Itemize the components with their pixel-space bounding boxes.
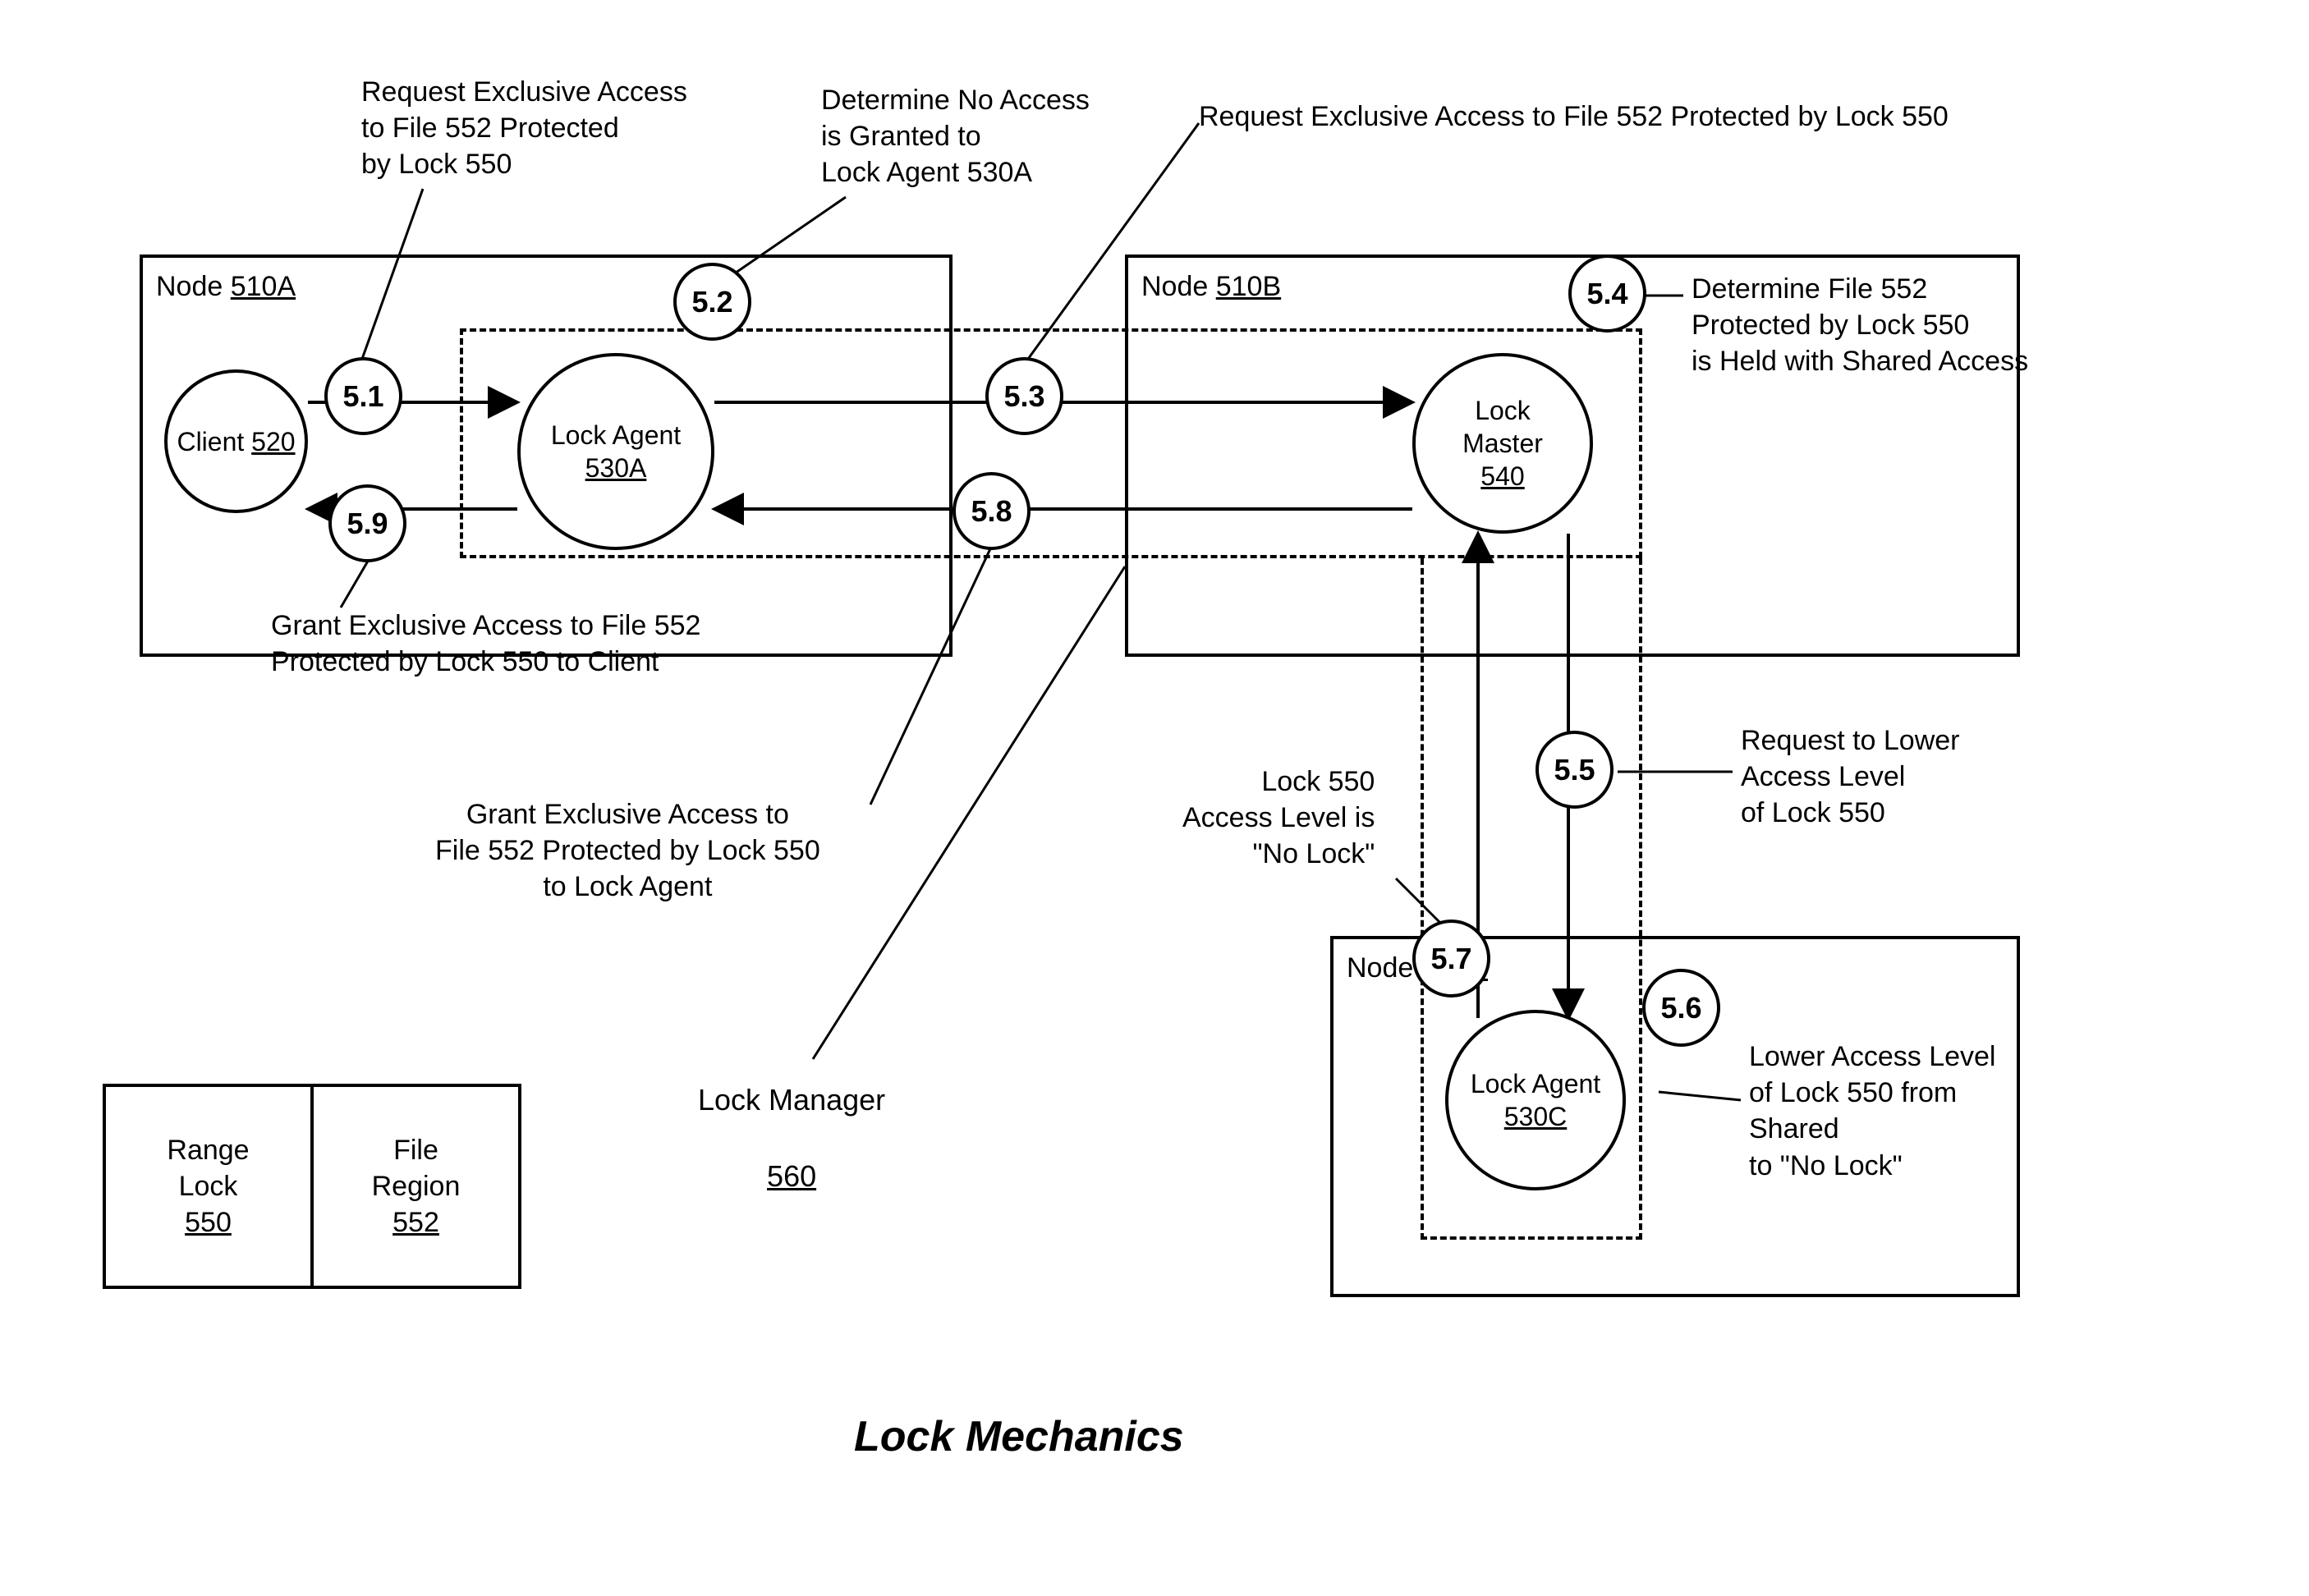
ann-5-1: Request Exclusive Access to File 552 Pro… bbox=[361, 74, 687, 183]
step-5-1: 5.1 bbox=[324, 357, 402, 435]
lock-agent-a-circle: Lock Agent 530A bbox=[517, 353, 714, 550]
ann-5-2: Determine No Access is Granted to Lock A… bbox=[821, 82, 1090, 191]
ann-5-6: Lower Access Level of Lock 550 from Shar… bbox=[1749, 1039, 1996, 1184]
legend-file-region: File Region 552 bbox=[314, 1087, 518, 1286]
lock-manager-label: Lock Manager 560 bbox=[665, 1043, 885, 1235]
lock-agent-c-circle: Lock Agent 530C bbox=[1445, 1010, 1626, 1190]
legend-box: Range Lock 550 File Region 552 bbox=[103, 1084, 521, 1289]
client-circle: Client 520 bbox=[164, 369, 308, 513]
ann-5-8: Grant Exclusive Access to File 552 Prote… bbox=[435, 796, 820, 906]
step-5-5: 5.5 bbox=[1536, 731, 1614, 809]
node-510b-label: Node 510B bbox=[1141, 271, 1281, 303]
diagram-title: Lock Mechanics bbox=[854, 1412, 1184, 1461]
node-510a-label: Node 510A bbox=[156, 271, 296, 303]
step-5-6: 5.6 bbox=[1642, 969, 1720, 1047]
ann-5-3: Request Exclusive Access to File 552 Pro… bbox=[1199, 99, 1949, 135]
step-5-7: 5.7 bbox=[1412, 920, 1490, 998]
ann-5-9: Grant Exclusive Access to File 552 Prote… bbox=[271, 608, 700, 680]
step-5-2: 5.2 bbox=[673, 263, 751, 341]
lock-master-circle: Lock Master 540 bbox=[1412, 353, 1593, 534]
diagram-canvas: Node 510A Node 510B Node 510C bbox=[33, 33, 2276, 1563]
step-5-9: 5.9 bbox=[328, 484, 406, 562]
ann-5-4: Determine File 552 Protected by Lock 550… bbox=[1692, 271, 2028, 380]
step-5-4: 5.4 bbox=[1568, 255, 1646, 332]
ann-5-7: Lock 550 Access Level is "No Lock" bbox=[1182, 764, 1375, 873]
legend-range-lock: Range Lock 550 bbox=[106, 1087, 314, 1286]
ann-5-5: Request to Lower Access Level of Lock 55… bbox=[1741, 722, 1960, 832]
step-5-3: 5.3 bbox=[985, 357, 1063, 435]
step-5-8: 5.8 bbox=[953, 472, 1031, 550]
